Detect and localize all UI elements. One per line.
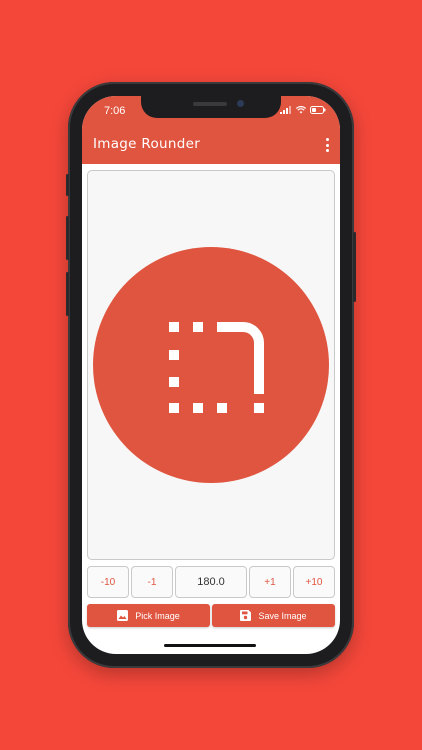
save-image-label: Save Image — [258, 610, 307, 621]
mute-switch — [66, 174, 69, 196]
rounded-corner-icon — [169, 322, 264, 413]
status-time: 7:06 — [104, 105, 126, 117]
decrease-10-button[interactable]: -10 — [87, 566, 129, 598]
radius-stepper: -10 -1 180.0 +1 +10 — [87, 566, 335, 598]
front-camera — [237, 100, 244, 107]
app-screen: 7:06 Image Rounder -10 -1 180.0 +1 +10 P… — [82, 96, 340, 654]
increase-10-button[interactable]: +10 — [293, 566, 335, 598]
home-indicator[interactable] — [164, 644, 256, 647]
volume-up-button — [66, 216, 69, 260]
increase-1-button[interactable]: +1 — [249, 566, 291, 598]
status-icons — [280, 106, 326, 114]
decrease-1-button[interactable]: -1 — [131, 566, 173, 598]
battery-icon — [310, 106, 326, 114]
more-vert-icon[interactable] — [324, 138, 330, 152]
app-title: Image Rounder — [93, 136, 201, 152]
volume-down-button — [66, 272, 69, 316]
image-icon — [117, 610, 129, 621]
speaker-grille — [193, 102, 227, 106]
pick-image-label: Pick Image — [135, 610, 180, 621]
wifi-icon — [296, 106, 306, 114]
save-image-button[interactable]: Save Image — [212, 604, 335, 627]
action-buttons: Pick Image Save Image — [87, 604, 335, 627]
signal-icon — [280, 106, 291, 114]
notch — [141, 96, 281, 118]
pick-image-button[interactable]: Pick Image — [87, 604, 210, 627]
save-icon — [240, 610, 252, 621]
image-preview — [87, 170, 335, 560]
radius-value-field[interactable]: 180.0 — [175, 566, 247, 598]
power-button — [353, 232, 356, 302]
rounded-image — [93, 247, 329, 483]
